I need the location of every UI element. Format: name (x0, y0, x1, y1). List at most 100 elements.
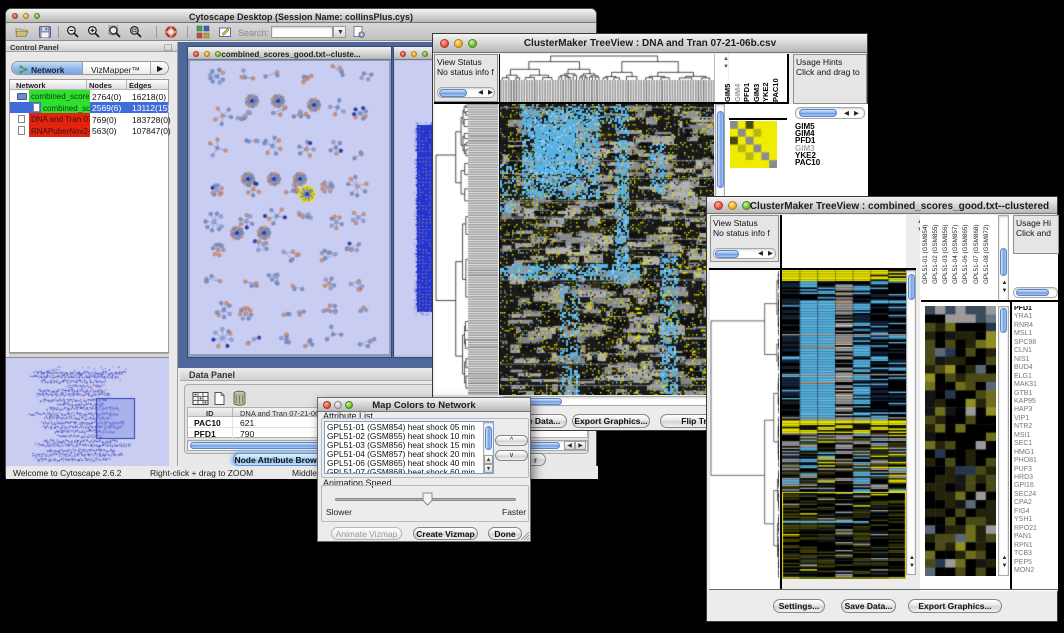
network-table-row[interactable]: DNA and Tran 07769(0)183728(0) (10, 113, 168, 125)
scroll-right-button[interactable]: ▶ (766, 251, 775, 258)
scrollbar-thumb[interactable] (485, 426, 492, 450)
scrollbar-thumb[interactable] (1000, 248, 1007, 276)
move-up-button[interactable]: ^ (495, 435, 528, 446)
zoom-in-icon[interactable] (87, 25, 101, 39)
node-attribute-browser-tab[interactable]: Node Attribute Brows (233, 453, 323, 466)
scrollbar-thumb[interactable] (799, 109, 837, 117)
vizmapper-icon[interactable] (196, 25, 210, 39)
scroll-up-button[interactable]: ▲ (1002, 280, 1008, 286)
treeview2-zoom-vscrollbar[interactable]: ▲ ▼ (998, 306, 1009, 576)
network-nodes-count: 2569(6) (92, 103, 121, 113)
column-header-edges[interactable]: Edges (129, 81, 152, 90)
view-status-scrollbar[interactable]: ◀ ▶ (437, 87, 495, 98)
close-button[interactable] (400, 51, 406, 57)
tab-network[interactable]: Network (12, 62, 83, 74)
network-table-row[interactable]: combined_sco2569(6)13112(15) (10, 102, 168, 114)
animate-vizmap-button[interactable]: Animate Vizmap (331, 527, 402, 540)
attribute-list-vscrollbar[interactable]: ▲ ▼ (483, 422, 494, 474)
network-frame-1-title-bar[interactable]: combined_scores_good.txt--cluste... (188, 47, 391, 60)
treeview1-global-overview-heatmap[interactable] (730, 121, 777, 168)
treeview2-title-bar[interactable]: ClusterMaker TreeView : combined_scores_… (707, 197, 1057, 214)
scrollbar-thumb[interactable] (908, 274, 915, 300)
create-vizmap-label: Create Vizmap (416, 529, 474, 539)
save-session-icon[interactable] (38, 25, 52, 39)
scroll-up-button[interactable]: ▲ (484, 455, 493, 464)
tab-overflow-button[interactable]: ▶ (150, 62, 169, 74)
usage-hints-scrollbar[interactable]: ◀ ▶ (795, 107, 865, 119)
minimize-button[interactable] (411, 51, 417, 57)
attribute-list-item[interactable]: GPL51-07 (GSM868) heat shock 60 min (327, 468, 477, 474)
treeview1-view-status-panel: View Status No status info f ◀ ▶ (434, 54, 498, 102)
scrollbar-thumb[interactable] (1000, 308, 1007, 333)
zoom-out-icon[interactable] (66, 25, 80, 39)
zoom-fit-icon[interactable] (129, 25, 143, 39)
scroll-left-button[interactable]: ◀ (756, 251, 765, 258)
destroy-network-icon[interactable] (164, 25, 178, 39)
scrollbar-thumb[interactable] (715, 250, 739, 258)
scroll-right-button[interactable]: ▶ (852, 111, 861, 118)
close-button[interactable] (193, 51, 199, 57)
scrollbar-thumb[interactable] (1016, 289, 1049, 296)
network-view-1-canvas[interactable] (190, 61, 389, 354)
scroll-left-button[interactable]: ◀ (842, 111, 851, 118)
annotation-icon[interactable] (218, 25, 232, 39)
dialog-title-bar[interactable]: Map Colors to Network (318, 398, 530, 412)
treeview1-row-dendrogram[interactable] (434, 104, 498, 395)
view-status-scrollbar[interactable]: ◀ ▶ (713, 248, 776, 259)
save-data-button[interactable]: Save Data... (841, 599, 896, 613)
new-attribute-icon[interactable] (212, 391, 227, 406)
usage-hints-scrollbar[interactable] (1013, 287, 1058, 298)
scroll-left-button[interactable]: ◀ (476, 90, 485, 97)
move-down-button[interactable]: v (495, 450, 528, 461)
main-title-bar[interactable]: Cytoscape Desktop (Session Name: collins… (6, 9, 596, 23)
scroll-up-button[interactable]: ▲ (909, 555, 915, 561)
scroll-down-button[interactable]: ▼ (1002, 288, 1008, 294)
network-table-row[interactable]: RNAPuberNov2+!563(0)107847(0) (10, 125, 168, 137)
scroll-down-button[interactable]: ▼ (909, 563, 915, 569)
scrollbar-thumb[interactable] (439, 89, 467, 97)
scroll-left-button[interactable]: ◀ (564, 441, 575, 450)
treeview1-heatmap[interactable] (500, 104, 714, 395)
float-panel-icon[interactable] (164, 44, 172, 51)
create-vizmap-button[interactable]: Create Vizmap (413, 527, 478, 540)
scroll-right-button[interactable]: ▶ (575, 441, 586, 450)
scroll-up-button[interactable]: ▲ (1002, 555, 1008, 561)
zoom-button[interactable] (422, 51, 428, 57)
open-session-icon[interactable] (15, 25, 29, 39)
network-name-highlight: combined_sco (41, 102, 90, 114)
column-header-nodes[interactable]: Nodes (89, 81, 112, 90)
attribute-listbox[interactable]: GPL51-01 (GSM854) heat shock 05 minGPL51… (324, 421, 494, 474)
network-document-icon (33, 103, 40, 112)
close-button[interactable] (714, 201, 723, 210)
column-header-network[interactable]: Network (16, 81, 46, 90)
scroll-right-button[interactable]: ▶ (486, 90, 495, 97)
animation-slider-thumb[interactable] (422, 492, 433, 506)
treeview2-label-vscrollbar[interactable]: ▲ ▼ (998, 215, 1009, 301)
resize-grip-icon[interactable] (521, 532, 530, 541)
search-dropdown-button[interactable]: ▼ (333, 26, 346, 38)
network-table-row[interactable]: combined_scores_2764(0)16218(0) (10, 90, 168, 102)
search-input[interactable] (271, 26, 333, 38)
scrollbar-thumb[interactable] (717, 111, 724, 188)
network-overview-canvas[interactable] (6, 357, 169, 469)
treeview1-hscrollbar[interactable] (500, 396, 714, 406)
tab-vizmapper[interactable]: VizMapper™ (83, 62, 150, 74)
network-frame-1[interactable]: combined_scores_good.txt--cluste... (187, 46, 392, 358)
treeview2-row-dendrogram[interactable] (710, 270, 779, 589)
scroll-down-button[interactable]: ▼ (484, 464, 493, 473)
done-button[interactable]: Done (488, 527, 522, 540)
export-graphics-button[interactable]: Export Graphics... (572, 414, 650, 428)
search-config-icon[interactable] (352, 25, 366, 39)
treeview2-vscrollbar[interactable]: ▲ ▼ (906, 270, 916, 575)
treeview2-zoom-heatmap[interactable] (925, 306, 996, 576)
treeview2-heatmap[interactable] (782, 270, 906, 579)
zoom-selected-icon[interactable] (108, 25, 122, 39)
treeview1-column-dendrogram[interactable] (500, 54, 714, 102)
treeview1-title-bar[interactable]: ClusterMaker TreeView : DNA and Tran 07-… (433, 34, 867, 53)
scroll-down-button[interactable]: ▼ (1002, 563, 1008, 569)
export-graphics-button[interactable]: Export Graphics... (908, 599, 1002, 613)
settings-button[interactable]: Settings... (773, 599, 825, 613)
minimize-button[interactable] (728, 201, 737, 210)
attribute-select-icon[interactable] (192, 391, 209, 406)
delete-attribute-icon[interactable] (232, 390, 247, 406)
